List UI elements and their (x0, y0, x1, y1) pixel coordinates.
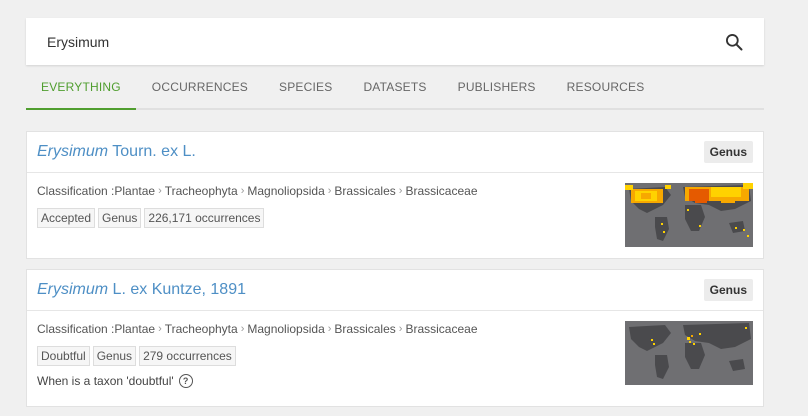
search-bar (26, 18, 764, 65)
classification-phylum[interactable]: Tracheophyta (165, 322, 238, 336)
chevron-right-icon: › (398, 323, 403, 335)
doubtful-help-text: When is a taxon 'doubtful' (37, 374, 174, 388)
tab-publishers[interactable]: PUBLISHERS (443, 66, 551, 108)
rank-tag: Genus (92, 346, 137, 366)
classification-order[interactable]: Brassicales (334, 184, 395, 198)
search-button[interactable] (722, 30, 746, 54)
result-type-tabs: EVERYTHING OCCURRENCES SPECIES DATASETS … (26, 66, 764, 110)
taxon-title-link[interactable]: Erysimum L. ex Kuntze, 1891 (37, 281, 246, 299)
rank-badge: Genus (703, 279, 753, 301)
occurrence-map-thumbnail[interactable] (625, 183, 753, 247)
occurrence-count-tag[interactable]: 226,171 occurrences (144, 208, 265, 228)
question-mark-icon[interactable]: ? (178, 374, 193, 388)
chevron-right-icon: › (158, 323, 162, 335)
taxon-title-link[interactable]: Erysimum Tourn. ex L. (37, 143, 196, 161)
result-card: Erysimum L. ex Kuntze, 1891 Genus Classi… (26, 269, 764, 407)
rank-badge: Genus (703, 141, 753, 163)
taxon-genus-name: Erysimum (37, 143, 109, 160)
classification-family[interactable]: Brassicaceae (405, 322, 477, 336)
classification-class[interactable]: Magnoliopsida (247, 184, 324, 198)
classification-family[interactable]: Brassicaceae (405, 184, 477, 198)
card-header: Erysimum L. ex Kuntze, 1891 Genus (27, 270, 763, 311)
world-map-icon (629, 323, 751, 379)
search-icon (726, 33, 743, 50)
occurrence-map-thumbnail[interactable] (625, 321, 753, 385)
taxon-authorship: L. ex Kuntze, 1891 (108, 281, 246, 298)
taxon-genus-name: Erysimum (37, 281, 109, 298)
classification-order[interactable]: Brassicales (334, 322, 395, 336)
classification-kingdom[interactable]: Plantae (114, 322, 155, 336)
card-body: Classification : Plantae › Tracheophyta … (27, 311, 763, 388)
tab-datasets[interactable]: DATASETS (348, 66, 441, 108)
classification-label: Classification : (37, 184, 115, 198)
card-body: Classification : Plantae › Tracheophyta … (27, 173, 763, 247)
world-map-icon (625, 183, 753, 241)
tab-everything[interactable]: EVERYTHING (26, 66, 136, 110)
tab-resources[interactable]: RESOURCES (552, 66, 660, 108)
status-tag: Doubtful (37, 346, 90, 366)
taxon-authorship: Tourn. ex L. (108, 143, 196, 160)
classification-label: Classification : (37, 322, 115, 336)
status-tag: Accepted (37, 208, 96, 228)
rank-tag: Genus (98, 208, 142, 228)
search-input[interactable] (47, 33, 722, 50)
occurrence-count-tag[interactable]: 279 occurrences (139, 346, 236, 366)
chevron-right-icon: › (398, 185, 403, 197)
classification-phylum[interactable]: Tracheophyta (165, 184, 238, 198)
chevron-right-icon: › (158, 185, 162, 197)
classification-class[interactable]: Magnoliopsida (247, 322, 324, 336)
tab-species[interactable]: SPECIES (264, 66, 347, 108)
classification-kingdom[interactable]: Plantae (114, 184, 155, 198)
card-header: Erysimum Tourn. ex L. Genus (27, 132, 763, 173)
chevron-right-icon: › (327, 323, 332, 335)
tab-occurrences[interactable]: OCCURRENCES (137, 66, 263, 108)
result-card: Erysimum Tourn. ex L. Genus Classificati… (26, 131, 764, 259)
chevron-right-icon: › (240, 185, 245, 197)
chevron-right-icon: › (240, 323, 245, 335)
chevron-right-icon: › (327, 185, 332, 197)
